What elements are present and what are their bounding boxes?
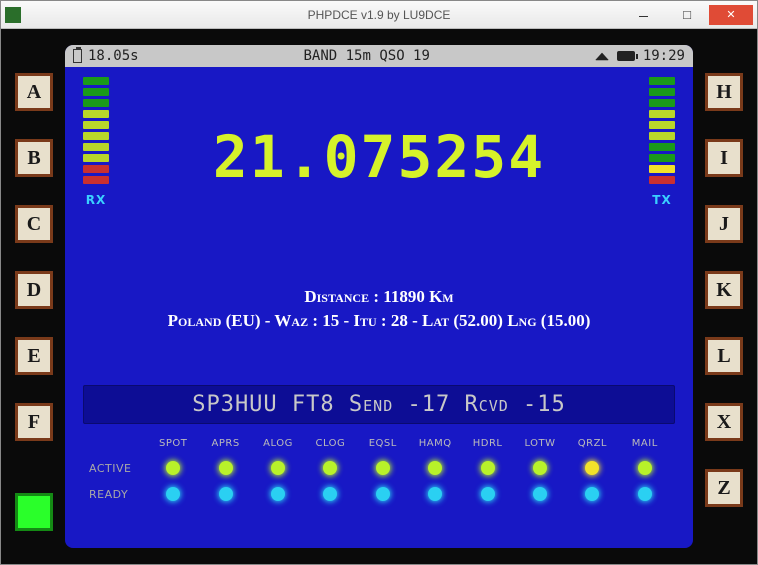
status-led xyxy=(271,461,285,475)
status-col-aprs: APRS xyxy=(199,438,251,449)
status-led xyxy=(376,461,390,475)
wifi-icon xyxy=(595,52,609,60)
status-col-alog: ALOG xyxy=(252,438,304,449)
status-led xyxy=(585,461,599,475)
side-button-f[interactable]: F xyxy=(15,403,53,441)
qso-bar: SP3HUU FT8 Send -17 Rcvd -15 xyxy=(83,385,675,424)
location-label: Poland (EU) - Waz : 15 - Itu : 28 - Lat … xyxy=(83,311,675,331)
status-row-ready: READY xyxy=(87,488,147,501)
seconds-label: 18.05s xyxy=(88,48,139,64)
status-led xyxy=(166,461,180,475)
clock-label: 19:29 xyxy=(643,48,685,64)
battery2-icon xyxy=(617,51,635,61)
side-button-k[interactable]: K xyxy=(705,271,743,309)
status-led xyxy=(481,461,495,475)
distance-label: Distance : 11890 Km xyxy=(83,287,675,307)
status-led xyxy=(585,487,599,501)
right-sidebar: HIJKLXZ xyxy=(705,45,743,548)
status-col-hamq: HAMQ xyxy=(409,438,461,449)
meter-segment xyxy=(83,77,109,85)
rx-label: RX xyxy=(86,193,107,207)
side-button-a[interactable]: A xyxy=(15,73,53,111)
status-led xyxy=(376,487,390,501)
meter-segment xyxy=(649,99,675,107)
side-button-b[interactable]: B xyxy=(15,139,53,177)
indicator-green xyxy=(15,493,53,531)
status-led xyxy=(428,461,442,475)
status-col-clog: CLOG xyxy=(304,438,356,449)
status-led xyxy=(533,461,547,475)
status-led xyxy=(219,461,233,475)
side-button-z[interactable]: Z xyxy=(705,469,743,507)
battery-icon xyxy=(73,49,82,63)
app-icon xyxy=(5,7,21,23)
meter-segment xyxy=(83,99,109,107)
meter-segment xyxy=(649,88,675,96)
status-col-eqsl: EQSL xyxy=(357,438,409,449)
side-button-x[interactable]: X xyxy=(705,403,743,441)
meter-segment xyxy=(649,110,675,118)
meter-segment xyxy=(83,110,109,118)
status-bar: 18.05s BAND 15m QSO 19 19:29 xyxy=(65,45,693,67)
side-button-h[interactable]: H xyxy=(705,73,743,111)
meter-segment xyxy=(649,77,675,85)
status-led xyxy=(323,461,337,475)
side-button-j[interactable]: J xyxy=(705,205,743,243)
titlebar: PHPDCE v1.9 by LU9DCE □ ✕ xyxy=(1,1,757,29)
status-grid: SPOTAPRSALOGCLOGEQSLHAMQHDRLLOTWQRZLMAIL… xyxy=(83,438,675,509)
tx-label: TX xyxy=(652,193,671,207)
band-qso-label: BAND 15m QSO 19 xyxy=(303,48,429,64)
maximize-button[interactable]: □ xyxy=(665,5,709,25)
status-row-active: ACTIVE xyxy=(87,462,147,475)
meter-segment xyxy=(83,88,109,96)
status-col-qrzl: QRZL xyxy=(566,438,618,449)
status-led xyxy=(219,487,233,501)
close-button[interactable]: ✕ xyxy=(709,5,753,25)
main-screen: 18.05s BAND 15m QSO 19 19:29 RX 21.07525… xyxy=(65,45,693,548)
side-button-d[interactable]: D xyxy=(15,271,53,309)
status-led xyxy=(323,487,337,501)
status-col-mail: MAIL xyxy=(619,438,671,449)
status-led xyxy=(638,461,652,475)
side-button-c[interactable]: C xyxy=(15,205,53,243)
status-led xyxy=(533,487,547,501)
minimize-button[interactable] xyxy=(621,5,665,25)
status-col-spot: SPOT xyxy=(147,438,199,449)
status-col-hdrl: HDRL xyxy=(461,438,513,449)
status-led xyxy=(166,487,180,501)
status-led xyxy=(481,487,495,501)
side-button-i[interactable]: I xyxy=(705,139,743,177)
status-led xyxy=(428,487,442,501)
side-button-l[interactable]: L xyxy=(705,337,743,375)
info-block: Distance : 11890 Km Poland (EU) - Waz : … xyxy=(83,287,675,331)
status-col-lotw: LOTW xyxy=(514,438,566,449)
frequency-display: 21.075254 xyxy=(83,123,675,191)
status-led xyxy=(271,487,285,501)
left-sidebar: ABCDEF xyxy=(15,45,53,548)
status-led xyxy=(638,487,652,501)
side-button-e[interactable]: E xyxy=(15,337,53,375)
